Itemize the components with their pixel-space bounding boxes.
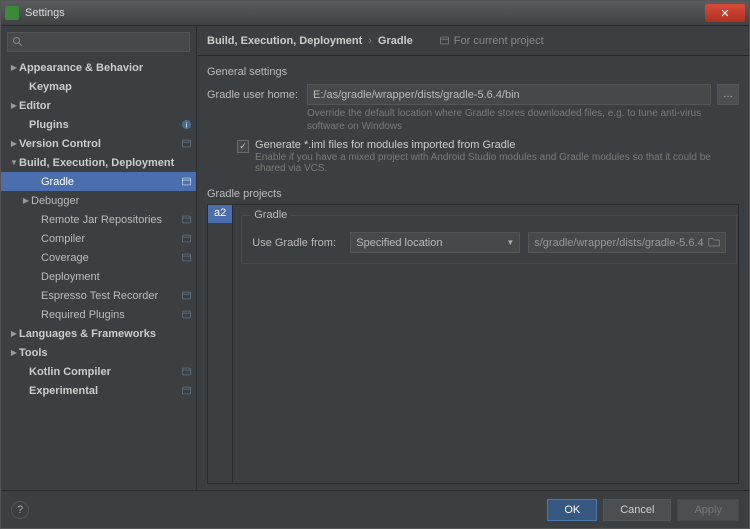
generate-iml-label: Generate *.iml files for modules importe…: [255, 139, 739, 151]
project-scope-icon: [180, 366, 192, 378]
info-badge-icon: i: [180, 119, 192, 131]
project-scope-icon: [180, 385, 192, 397]
use-gradle-from-combo[interactable]: Specified location ▼: [350, 232, 520, 253]
tree-item-label: Languages & Frameworks: [19, 328, 192, 340]
chevron-right-icon: ▶: [9, 101, 19, 110]
tree-item-compiler[interactable]: Compiler: [1, 229, 196, 248]
chevron-right-icon: ▶: [21, 196, 31, 205]
breadcrumb: Build, Execution, Deployment › Gradle Fo…: [197, 26, 749, 56]
project-scope-icon: [180, 138, 192, 150]
tree-item-build-execution-deployment[interactable]: ▼Build, Execution, Deployment: [1, 153, 196, 172]
tree-item-version-control[interactable]: ▶Version Control: [1, 134, 196, 153]
tree-item-coverage[interactable]: Coverage: [1, 248, 196, 267]
breadcrumb-root: Build, Execution, Deployment: [207, 35, 362, 47]
apply-button[interactable]: Apply: [677, 499, 739, 521]
tree-item-label: Deployment: [41, 271, 192, 283]
tree-item-appearance-behavior[interactable]: ▶Appearance & Behavior: [1, 58, 196, 77]
gradle-location-field[interactable]: s/gradle/wrapper/dists/gradle-5.6.4: [528, 232, 725, 253]
gradle-home-hint: Override the default location where Grad…: [307, 107, 739, 133]
close-button[interactable]: ✕: [705, 4, 745, 22]
project-scope-icon: [180, 252, 192, 264]
chevron-down-icon: ▼: [9, 158, 19, 167]
chevron-right-icon: ▶: [9, 348, 19, 357]
gradle-home-label: Gradle user home:: [207, 89, 301, 101]
settings-sidebar: ▶Appearance & BehaviorKeymap▶EditorPlugi…: [1, 26, 197, 490]
tree-item-editor[interactable]: ▶Editor: [1, 96, 196, 115]
project-scope-icon: [439, 35, 450, 46]
tree-item-espresso-test-recorder[interactable]: Espresso Test Recorder: [1, 286, 196, 305]
tree-item-label: Debugger: [31, 195, 192, 207]
search-input[interactable]: [7, 32, 190, 52]
tree-item-label: Experimental: [29, 385, 178, 397]
tree-item-label: Plugins: [29, 119, 178, 131]
help-button[interactable]: ?: [11, 501, 29, 519]
tree-item-experimental[interactable]: Experimental: [1, 381, 196, 400]
breadcrumb-leaf: Gradle: [378, 35, 413, 47]
search-field[interactable]: [28, 36, 185, 48]
tree-item-label: Compiler: [41, 233, 178, 245]
project-scope-icon: [180, 233, 192, 245]
tree-item-label: Espresso Test Recorder: [41, 290, 178, 302]
project-scope-icon: [180, 290, 192, 302]
tree-item-label: Required Plugins: [41, 309, 178, 321]
tree-item-label: Coverage: [41, 252, 178, 264]
project-scope-icon: [180, 309, 192, 321]
tree-item-label: Build, Execution, Deployment: [19, 157, 192, 169]
general-settings-label: General settings: [207, 66, 739, 78]
dialog-footer: ? OK Cancel Apply: [1, 490, 749, 528]
gradle-projects-label: Gradle projects: [207, 188, 739, 200]
window-title: Settings: [25, 7, 705, 19]
search-icon: [12, 36, 24, 48]
tree-item-languages-frameworks[interactable]: ▶Languages & Frameworks: [1, 324, 196, 343]
project-scope-icon: [180, 176, 192, 188]
chevron-right-icon: ▶: [9, 329, 19, 338]
gradle-frame: Gradle Use Gradle from: Specified locati…: [241, 215, 736, 264]
ok-button[interactable]: OK: [547, 499, 597, 521]
tree-item-label: Editor: [19, 100, 192, 112]
settings-tree: ▶Appearance & BehaviorKeymap▶EditorPlugi…: [1, 58, 196, 490]
folder-icon: [708, 236, 720, 250]
use-gradle-from-label: Use Gradle from:: [252, 237, 342, 249]
tree-item-gradle[interactable]: Gradle: [1, 172, 196, 191]
tree-item-label: Keymap: [29, 81, 192, 93]
tree-item-kotlin-compiler[interactable]: Kotlin Compiler: [1, 362, 196, 381]
generate-iml-checkbox[interactable]: ✓: [237, 140, 249, 153]
chevron-down-icon: ▼: [506, 238, 514, 247]
generate-iml-hint: Enable if you have a mixed project with …: [255, 152, 739, 174]
tree-item-label: Kotlin Compiler: [29, 366, 178, 378]
project-item[interactable]: a2: [208, 205, 232, 223]
app-icon: [5, 6, 19, 20]
gradle-frame-title: Gradle: [250, 209, 291, 221]
tree-item-remote-jar-repositories[interactable]: Remote Jar Repositories: [1, 210, 196, 229]
gradle-home-input[interactable]: [307, 84, 711, 105]
tree-item-label: Tools: [19, 347, 192, 359]
tree-item-label: Remote Jar Repositories: [41, 214, 178, 226]
tree-item-deployment[interactable]: Deployment: [1, 267, 196, 286]
tree-item-label: Gradle: [41, 176, 178, 188]
tree-item-tools[interactable]: ▶Tools: [1, 343, 196, 362]
project-scope-icon: [180, 214, 192, 226]
tree-item-label: Appearance & Behavior: [19, 62, 192, 74]
tree-item-keymap[interactable]: Keymap: [1, 77, 196, 96]
cancel-button[interactable]: Cancel: [603, 499, 671, 521]
project-list: a2: [208, 205, 233, 483]
combo-value: Specified location: [356, 237, 442, 249]
chevron-right-icon: ▶: [9, 63, 19, 72]
chevron-right-icon: ›: [368, 35, 372, 47]
tree-item-label: Version Control: [19, 138, 178, 150]
chevron-right-icon: ▶: [9, 139, 19, 148]
browse-button[interactable]: …: [717, 84, 739, 105]
tree-item-plugins[interactable]: Pluginsi: [1, 115, 196, 134]
tree-item-debugger[interactable]: ▶Debugger: [1, 191, 196, 210]
scope-hint: For current project: [439, 35, 544, 47]
tree-item-required-plugins[interactable]: Required Plugins: [1, 305, 196, 324]
titlebar: Settings ✕: [1, 1, 749, 26]
